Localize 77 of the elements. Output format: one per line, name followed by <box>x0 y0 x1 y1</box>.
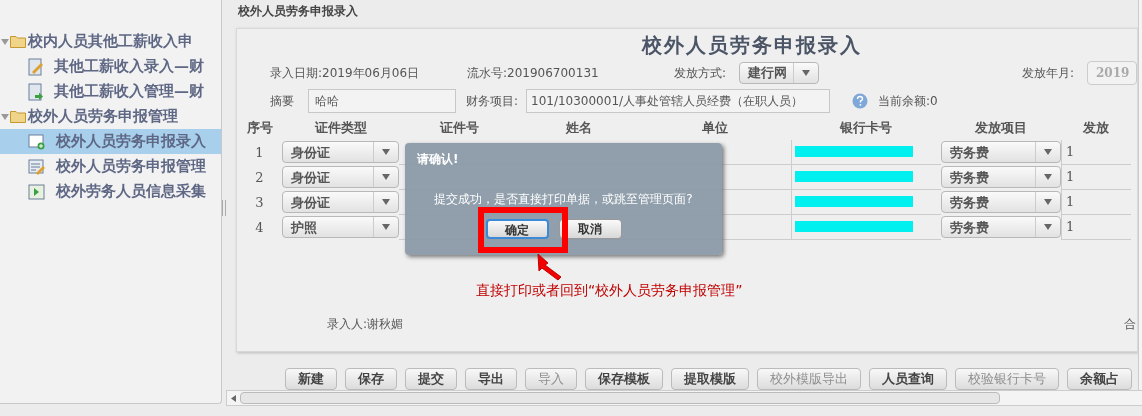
toolbar-button[interactable]: 人员查询 <box>869 368 947 390</box>
column-header: 序号 <box>245 119 274 137</box>
folder-icon <box>10 35 27 48</box>
summary-label: 摘要 <box>270 92 295 110</box>
folder-icon <box>10 110 27 123</box>
column-header: 发放项目 <box>974 119 1028 137</box>
toolbar-button[interactable]: 新建 <box>285 368 337 390</box>
horizontal-scrollbar[interactable] <box>226 390 1142 406</box>
caret-icon <box>382 174 390 181</box>
caret-icon <box>802 69 810 76</box>
toolbar-button[interactable]: 提取模版 <box>671 368 749 390</box>
annotation-text: 直接打印或者回到“校外人员劳务申报管理” <box>476 281 743 300</box>
scroll-thumb[interactable] <box>240 392 1000 404</box>
amount-field[interactable]: 1 <box>1061 214 1131 240</box>
row-number: 2 <box>254 168 265 187</box>
column-header: 发放 <box>1082 119 1110 137</box>
column-header: 银行卡号 <box>838 119 893 137</box>
entry-date-text: 录入日期:2019年06月06日 <box>270 64 421 82</box>
document-pencil-icon <box>28 57 44 76</box>
id-type-dropdown[interactable]: 护照 <box>282 216 399 239</box>
pay-item-dropdown[interactable]: 劳务费 <box>941 166 1061 189</box>
row-number: 4 <box>254 218 265 237</box>
caret-icon <box>1044 174 1052 181</box>
tree-group[interactable]: 校外人员劳务申报管理 <box>0 104 221 129</box>
pay-month-label: 发放年月: <box>1022 64 1076 82</box>
amount-field[interactable]: 1 <box>1061 139 1131 165</box>
page-title: 校外人员劳务申报录入 <box>237 3 359 20</box>
pay-item-dropdown[interactable]: 劳务费 <box>941 191 1061 214</box>
pay-method-dropdown[interactable]: 建行网 <box>739 61 819 84</box>
summary-field[interactable]: 哈哈 <box>308 88 456 113</box>
id-type-dropdown[interactable]: 身份证 <box>282 166 399 189</box>
pay-item-dropdown[interactable]: 劳务费 <box>941 141 1061 164</box>
amount-field[interactable]: 1 <box>1061 189 1131 215</box>
caret-icon <box>382 199 390 206</box>
finance-item-label: 财务项目: <box>466 92 520 110</box>
pay-method-label: 发放方式: <box>674 64 728 82</box>
tree-group[interactable]: 校内人员其他工薪收入申 <box>0 29 221 54</box>
column-header: 姓名 <box>565 119 593 137</box>
column-header: 单位 <box>701 119 729 137</box>
finance-item-field[interactable]: 101/10300001/人事处管辖人员经费（在职人员） <box>526 88 830 113</box>
tree-item[interactable]: 其他工薪收入管理—财 <box>0 79 221 104</box>
form-title: 校外人员劳务申报录入 <box>640 31 863 59</box>
id-type-dropdown[interactable]: 身份证 <box>282 191 399 214</box>
amount-field[interactable]: 1 <box>1061 164 1131 190</box>
balance-text: 当前余额:0 <box>878 92 938 110</box>
caret-icon <box>1044 149 1052 156</box>
row-number: 3 <box>254 193 265 212</box>
dialog-title: 请确认! <box>417 151 459 168</box>
tree-item[interactable]: 校外人员劳务申报管理 <box>0 154 221 179</box>
dialog-button[interactable]: 确定 <box>485 219 549 239</box>
id-type-dropdown[interactable]: 身份证 <box>282 141 399 164</box>
toolbar-button[interactable]: 提交 <box>405 368 457 390</box>
splitter-grip-icon <box>222 200 226 216</box>
caret-icon <box>382 224 390 231</box>
toolbar-button[interactable]: 导出 <box>465 368 517 390</box>
window-plus-icon <box>28 133 46 150</box>
list-pencil-icon <box>28 158 46 175</box>
caret-icon <box>1044 199 1052 206</box>
tree-item[interactable]: 其他工薪收入录入—财 <box>0 54 221 79</box>
serial-number-text: 流水号:201906700131 <box>467 64 600 82</box>
caret-icon <box>1044 224 1052 231</box>
entered-by-text: 录入人:谢秋媚 <box>327 316 405 333</box>
help-icon[interactable] <box>852 92 868 109</box>
caret-icon <box>382 149 390 156</box>
total-label: 合 <box>1124 316 1137 333</box>
tree-item[interactable]: 校外人员劳务申报录入 <box>0 129 221 154</box>
tree-item[interactable]: 校外劳务人员信息采集 <box>0 179 221 204</box>
pay-item-dropdown[interactable]: 劳务费 <box>941 216 1061 239</box>
column-header: 证件类型 <box>313 119 368 137</box>
dialog-message: 提交成功，是否直接打印单据，或跳至管理页面? <box>433 191 694 208</box>
toolbar-button[interactable]: 保存模板 <box>585 368 663 390</box>
dialog-button[interactable]: 取消 <box>558 219 622 239</box>
column-header: 证件号 <box>438 119 480 137</box>
toolbar-button[interactable]: 余额占 <box>1067 368 1132 390</box>
row-number: 1 <box>254 143 265 162</box>
scroll-left-icon[interactable] <box>231 394 236 402</box>
toolbar-button[interactable]: 保存 <box>345 368 397 390</box>
